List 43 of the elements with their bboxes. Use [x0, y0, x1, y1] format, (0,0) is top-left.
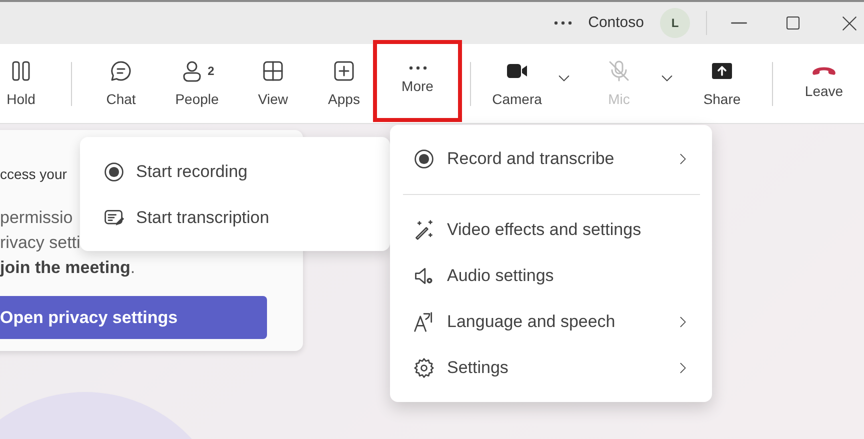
toolbar-button[interactable]: Share: [692, 44, 752, 124]
toolbar-button[interactable]: More: [373, 40, 462, 122]
window-title: Contoso: [588, 12, 644, 33]
menu-item[interactable]: Settings: [390, 345, 712, 391]
toolbar-button[interactable]: 2 People: [159, 44, 235, 124]
record-icon: [413, 148, 435, 170]
chat-icon: [109, 58, 133, 82]
speaker-gear-icon: [413, 265, 435, 287]
maximize-icon: [785, 15, 801, 31]
menu-item[interactable]: Video effects and settings: [390, 207, 712, 253]
phone-icon: [812, 66, 836, 74]
more-options-button[interactable]: [554, 21, 572, 25]
count-label: 2: [208, 62, 214, 80]
minimize-button[interactable]: [731, 22, 747, 24]
toolbar-button[interactable]: Hold: [0, 44, 42, 124]
record-icon: [103, 161, 125, 183]
gear-icon: [413, 357, 435, 379]
minimize-icon: [731, 22, 747, 24]
menu-item[interactable]: Start transcription: [80, 195, 390, 241]
more-icon: [554, 21, 572, 25]
message-text: join the meeting.: [0, 257, 136, 279]
more-icon: [408, 66, 426, 70]
menu-item[interactable]: Record and transcribe: [390, 136, 712, 182]
toolbar-button[interactable]: Camera: [483, 44, 551, 124]
avatar[interactable]: L: [660, 8, 690, 38]
mic-off-icon: [607, 58, 631, 82]
close-icon: [841, 14, 858, 32]
open-privacy-settings-button[interactable]: Open privacy settings: [0, 296, 267, 339]
magic-wand-icon: [413, 219, 435, 241]
message-text: rivacy setti: [0, 232, 80, 254]
message-text: ccess your: [0, 165, 67, 184]
plus-square-icon: [332, 58, 356, 82]
menu-item[interactable]: Audio settings: [390, 253, 712, 299]
menu-item[interactable]: Language and speech: [390, 299, 712, 345]
message-text: permissio: [0, 207, 73, 229]
maximize-button[interactable]: [785, 15, 801, 31]
toolbar-button[interactable]: View: [235, 44, 311, 124]
language-icon: [413, 311, 435, 333]
grid-icon: [261, 58, 285, 82]
close-button[interactable]: [841, 14, 858, 32]
toolbar-button[interactable]: Chat: [83, 44, 159, 124]
toolbar-button[interactable]: Leave: [793, 44, 855, 124]
menu-item[interactable]: Start recording: [80, 149, 390, 195]
